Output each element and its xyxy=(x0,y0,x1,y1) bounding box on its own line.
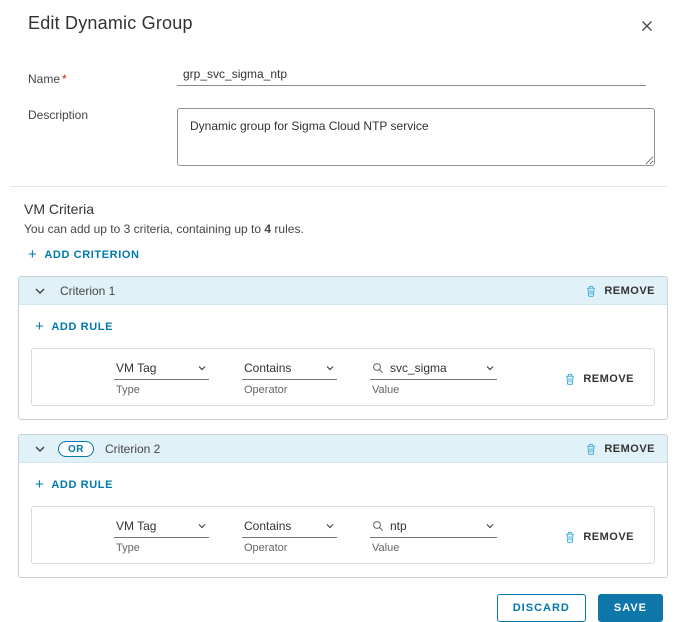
required-asterisk: * xyxy=(62,72,67,86)
rule-type-select[interactable]: VM Tag xyxy=(114,361,209,380)
trash-icon xyxy=(563,372,577,386)
trash-icon xyxy=(584,284,598,298)
name-input[interactable] xyxy=(177,67,646,86)
chevron-down-icon xyxy=(485,363,495,373)
chevron-down-icon xyxy=(485,521,495,531)
name-label: Name* xyxy=(28,72,177,86)
rule-fields: VM Tag Type Contains Operator xyxy=(114,361,497,396)
chevron-down-icon xyxy=(197,521,207,531)
criterion-1-title: Criterion 1 xyxy=(60,284,115,298)
remove-criterion-2-button[interactable]: REMOVE xyxy=(584,442,655,456)
remove-rule-button[interactable]: REMOVE xyxy=(563,372,634,386)
criterion-panel-1: Criterion 1 REMOVE + ADD RULE xyxy=(18,276,668,420)
rule-operator-field: Contains Operator xyxy=(242,519,337,554)
search-icon xyxy=(372,520,384,532)
chevron-down-icon xyxy=(197,363,207,373)
rule-value-field: ntp Value xyxy=(370,519,497,554)
value-label: Value xyxy=(370,384,497,396)
criterion-2-header[interactable]: OR Criterion 2 REMOVE xyxy=(19,435,667,463)
chevron-down-icon xyxy=(325,521,335,531)
edit-dynamic-group-dialog: Edit Dynamic Group Name* Description Dyn… xyxy=(0,0,678,574)
vm-criteria-subtitle: You can add up to 3 criteria, containing… xyxy=(24,222,678,236)
rule-value-field: svc_sigma Value xyxy=(370,361,497,396)
criterion-1-header[interactable]: Criterion 1 REMOVE xyxy=(19,277,667,305)
add-rule-button[interactable]: + ADD RULE xyxy=(35,479,113,491)
criterion-1-body: + ADD RULE VM Tag Type xyxy=(19,305,667,419)
criterion-panel-2: OR Criterion 2 REMOVE + ADD RULE xyxy=(18,434,668,578)
close-icon[interactable] xyxy=(636,15,658,40)
rule-value-combobox[interactable]: ntp xyxy=(370,519,497,538)
rule-type-field: VM Tag Type xyxy=(114,519,209,554)
chevron-down-icon[interactable] xyxy=(33,284,47,298)
add-rule-button[interactable]: + ADD RULE xyxy=(35,321,113,333)
rule-operator-select[interactable]: Contains xyxy=(242,519,337,538)
criterion-2-title: Criterion 2 xyxy=(105,442,160,456)
rule-fields: VM Tag Type Contains Operator xyxy=(114,519,497,554)
name-row: Name* xyxy=(0,67,678,86)
search-icon xyxy=(372,362,384,374)
remove-criterion-1-button[interactable]: REMOVE xyxy=(584,284,655,298)
description-textarea[interactable]: Dynamic group for Sigma Cloud NTP servic… xyxy=(177,108,655,166)
remove-rule-button[interactable]: REMOVE xyxy=(563,530,634,544)
plus-icon: + xyxy=(35,480,44,490)
page-title: Edit Dynamic Group xyxy=(28,13,193,34)
trash-icon xyxy=(563,530,577,544)
discard-button[interactable]: DISCARD xyxy=(497,594,586,622)
vm-criteria-heading: VM Criteria xyxy=(24,201,678,217)
operator-label: Operator xyxy=(242,542,337,554)
add-criterion-button[interactable]: + ADD CRITERION xyxy=(28,249,140,261)
rule-row: VM Tag Type Contains Operator xyxy=(31,348,655,406)
operator-label: Operator xyxy=(242,384,337,396)
type-label: Type xyxy=(114,384,209,396)
or-operator-badge: OR xyxy=(58,441,94,457)
criterion-2-body: + ADD RULE VM Tag Type xyxy=(19,463,667,577)
rule-type-select[interactable]: VM Tag xyxy=(114,519,209,538)
description-label: Description xyxy=(28,108,177,122)
trash-icon xyxy=(584,442,598,456)
rule-operator-select[interactable]: Contains xyxy=(242,361,337,380)
type-label: Type xyxy=(114,542,209,554)
vm-criteria-section: VM Criteria You can add up to 3 criteria… xyxy=(0,187,678,578)
dialog-header: Edit Dynamic Group xyxy=(0,13,678,40)
dialog-footer: DISCARD SAVE xyxy=(0,578,678,622)
rule-row: VM Tag Type Contains Operator xyxy=(31,506,655,564)
value-label: Value xyxy=(370,542,497,554)
rule-operator-field: Contains Operator xyxy=(242,361,337,396)
save-button[interactable]: SAVE xyxy=(598,594,663,622)
plus-icon: + xyxy=(28,250,37,260)
chevron-down-icon[interactable] xyxy=(33,442,47,456)
description-row: Description Dynamic group for Sigma Clou… xyxy=(0,108,678,166)
plus-icon: + xyxy=(35,322,44,332)
chevron-down-icon xyxy=(325,363,335,373)
rule-type-field: VM Tag Type xyxy=(114,361,209,396)
rule-value-combobox[interactable]: svc_sigma xyxy=(370,361,497,380)
